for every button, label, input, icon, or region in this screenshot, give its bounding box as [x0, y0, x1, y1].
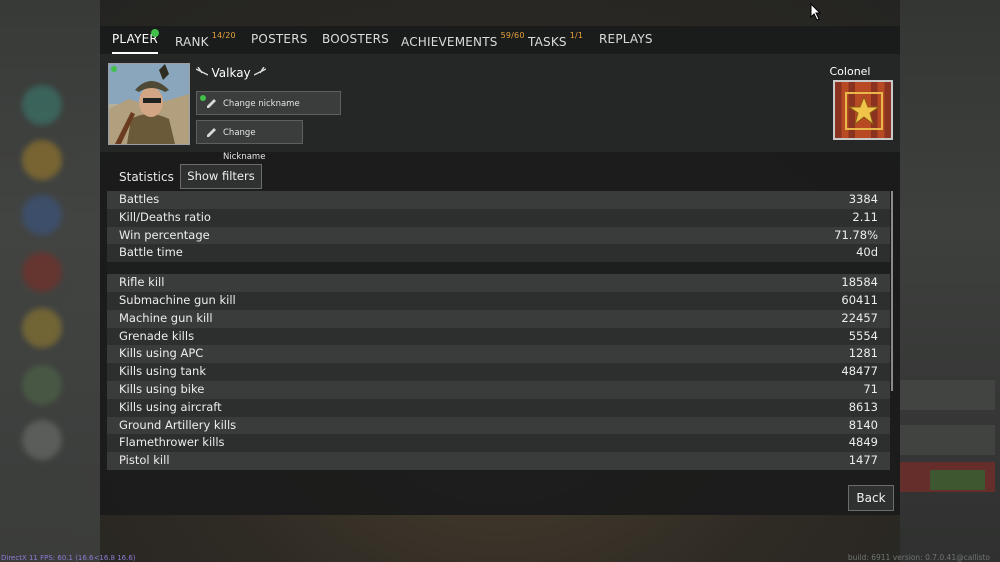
blurred-block: [900, 380, 995, 410]
soldier-portrait-icon: [109, 64, 189, 144]
blurred-green-block: [930, 470, 985, 490]
avatar[interactable]: [108, 63, 190, 145]
table-row: Win percentage 71.78%: [107, 226, 890, 245]
row-group-divider: [107, 262, 890, 275]
star-rank-icon: [845, 92, 883, 130]
table-row: Rifle kill 18584: [107, 274, 890, 292]
statistics-scrollbar[interactable]: [891, 191, 893, 391]
nickname-display: Valkay: [195, 66, 267, 80]
table-row: Pistol kill 1477: [107, 452, 890, 470]
tab-boosters[interactable]: BOOSTERS: [322, 26, 389, 52]
online-status-icon: [111, 66, 117, 72]
notification-dot-icon: [151, 29, 159, 37]
tab-rank[interactable]: RANK 14/20: [175, 26, 236, 52]
nickname-text: Valkay: [211, 66, 251, 80]
table-row: Kills using aircraft 8613: [107, 398, 890, 417]
blurred-squad-icon: [22, 365, 62, 405]
show-filters-button[interactable]: Show filters: [180, 164, 262, 189]
rank-title: Colonel: [829, 65, 871, 78]
summary-stats-group: Battles 3384 Kill/Deaths ratio 2.11 Win pe…: [107, 191, 890, 263]
blurred-squad-icon: [22, 308, 62, 348]
table-row: Machine gun kill 22457: [107, 309, 890, 328]
change-nickname-decorator-button[interactable]: Change nickname decorator: [196, 91, 341, 133]
kill-stats-group: Rifle kill 18584 Submachine gun kill 60411…: [107, 274, 890, 470]
statistics-title: Statistics: [119, 170, 174, 184]
table-row: Kills using APC 1281: [107, 345, 890, 364]
blurred-squad-icon: [22, 140, 62, 180]
blurred-block: [900, 425, 995, 455]
tab-bar: PLAYER RANK 14/20 POSTERS BOOSTERS ACHIEV…: [100, 26, 900, 54]
table-row: Ground Artillery kills 8140: [107, 416, 890, 435]
tab-achievements[interactable]: ACHIEVEMENTS 59/60: [401, 26, 525, 52]
achievements-progress-badge: 59/60: [500, 31, 525, 40]
build-version: build: 6911 version: 0.7.0.41@callisto: [847, 553, 990, 562]
blurred-squad-icon: [22, 252, 62, 292]
table-row: Kill/Deaths ratio 2.11: [107, 208, 890, 227]
pencil-icon: [207, 128, 216, 137]
blurred-squad-icon: [22, 85, 62, 125]
tab-replays[interactable]: REPLAYS: [599, 26, 653, 52]
table-row: Kills using tank 48477: [107, 363, 890, 381]
table-row: Kills using bike 71: [107, 380, 890, 399]
background-left-sidebar: [0, 0, 100, 562]
tasks-progress-badge: 1/1: [569, 31, 584, 40]
tab-tasks[interactable]: TASKS 1/1: [528, 26, 583, 52]
tab-posters[interactable]: POSTERS: [251, 26, 308, 52]
blurred-squad-icon: [22, 420, 62, 460]
profile-header: Valkay Change nickname decorator Change …: [100, 54, 900, 162]
background-right-sidebar: [900, 0, 1000, 562]
table-row: Submachine gun kill 60411: [107, 291, 890, 310]
nickname-decorator-left-icon: [195, 66, 212, 80]
blurred-squad-icon: [22, 195, 62, 235]
mouse-cursor-icon: [810, 3, 822, 21]
statistics-table[interactable]: Battles 3384 Kill/Deaths ratio 2.11 Win pe…: [107, 191, 890, 471]
table-row: Battle time 40d: [107, 244, 890, 263]
pencil-icon: [207, 99, 216, 108]
statistics-header: Statistics Show filters: [100, 152, 900, 190]
table-row: Grenade kills 5554: [107, 327, 890, 346]
nickname-decorator-right-icon: [251, 66, 267, 80]
table-row: Battles 3384: [107, 191, 890, 209]
profile-window: PLAYER RANK 14/20 POSTERS BOOSTERS ACHIEV…: [100, 26, 900, 515]
table-row: Flamethrower kills 4849: [107, 434, 890, 453]
change-nickname-button[interactable]: Change Nickname: [196, 120, 303, 162]
rank-emblem[interactable]: [833, 80, 893, 140]
fps-counter: DirectX 11 FPS: 60.1 (16.6<16.8 16.6): [1, 554, 136, 562]
back-button[interactable]: Back: [848, 485, 894, 511]
rank-progress-badge: 14/20: [211, 31, 236, 40]
